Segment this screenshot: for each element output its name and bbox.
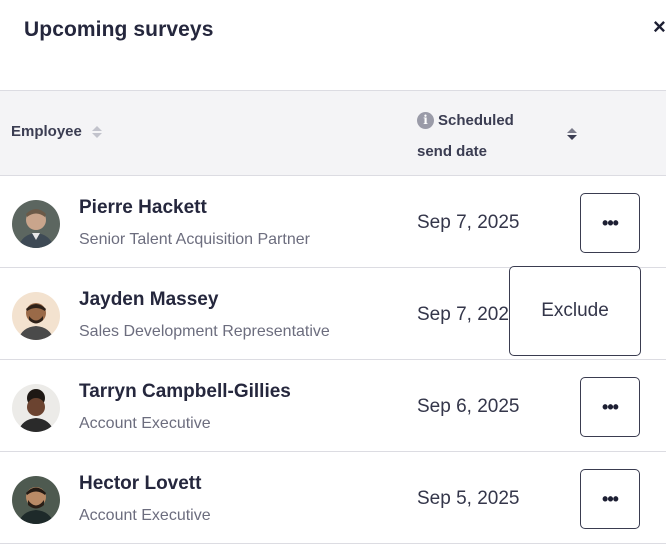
- table-row: Hector Lovett Account Executive Sep 5, 2…: [0, 452, 666, 544]
- employee-role: Sales Development Representative: [79, 323, 330, 340]
- table-row: Tarryn Campbell-Gillies Account Executiv…: [0, 360, 666, 452]
- employee-role: Senior Talent Acquisition Partner: [79, 231, 310, 248]
- column-header-date-line1: Scheduled: [438, 112, 514, 129]
- avatar: [12, 384, 60, 432]
- panel-header: Upcoming surveys ×: [0, 0, 666, 90]
- avatar: [12, 292, 60, 340]
- avatar: [12, 200, 60, 248]
- employee-role: Account Executive: [79, 507, 211, 524]
- row-action-menu: Exclude: [509, 266, 641, 356]
- column-header-scheduled-send-date[interactable]: i Scheduled send date: [417, 105, 514, 167]
- employee-name: Jayden Massey: [79, 289, 219, 310]
- table-header: Employee i Scheduled send date: [0, 90, 666, 176]
- employee-name: Hector Lovett: [79, 473, 202, 494]
- scheduled-date: Sep 7, 2025: [417, 212, 520, 233]
- more-options-button[interactable]: •••: [580, 193, 640, 253]
- info-icon[interactable]: i: [417, 112, 434, 129]
- employee-name: Tarryn Campbell-Gillies: [79, 381, 291, 402]
- table-row: Pierre Hackett Senior Talent Acquisition…: [0, 176, 666, 268]
- scheduled-date: Sep 5, 2025: [417, 488, 520, 509]
- column-header-date-line2: send date: [417, 143, 488, 160]
- sort-icon[interactable]: [91, 125, 102, 138]
- more-options-button[interactable]: •••: [580, 377, 640, 437]
- exclude-menu-item[interactable]: Exclude: [541, 300, 609, 322]
- avatar: [12, 476, 60, 524]
- scheduled-date: Sep 7, 2025: [417, 304, 520, 325]
- employee-name: Pierre Hackett: [79, 197, 207, 218]
- close-icon[interactable]: ×: [653, 14, 666, 40]
- panel-title: Upcoming surveys: [24, 18, 214, 41]
- column-header-employee-label: Employee: [11, 123, 82, 140]
- employee-role: Account Executive: [79, 415, 211, 432]
- sort-icon[interactable]: [567, 128, 577, 140]
- column-header-employee[interactable]: Employee: [11, 123, 102, 140]
- scheduled-date: Sep 6, 2025: [417, 396, 520, 417]
- more-options-button[interactable]: •••: [580, 469, 640, 529]
